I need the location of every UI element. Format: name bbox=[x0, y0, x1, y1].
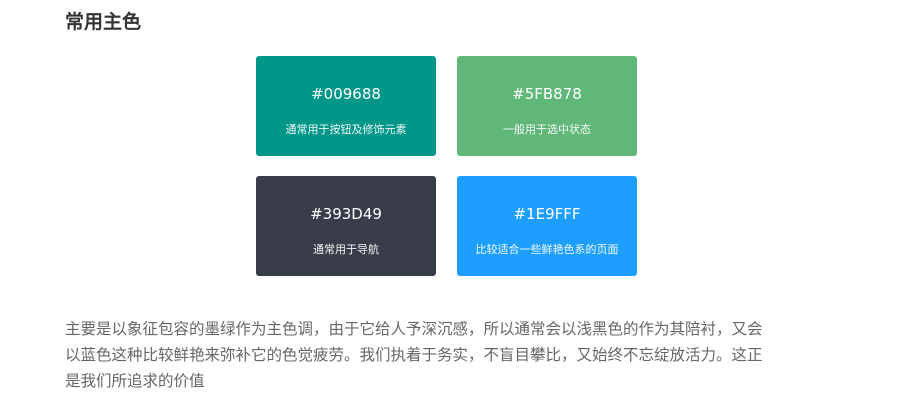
swatch-description: 通常用于按钮及修饰元素 bbox=[285, 123, 407, 136]
swatch-description: 比较适合一些鲜艳色系的页面 bbox=[475, 243, 619, 256]
section-title: 常用主色 bbox=[65, 11, 142, 33]
color-swatch-1e9fff: #1E9FFF 比较适合一些鲜艳色系的页面 bbox=[457, 176, 637, 276]
color-swatch-393d49: #393D49 通常用于导航 bbox=[256, 176, 436, 276]
color-swatch-5fb878: #5FB878 一般用于选中状态 bbox=[457, 56, 637, 156]
swatch-hex-code: #1E9FFF bbox=[513, 205, 581, 223]
swatch-hex-code: #5FB878 bbox=[512, 85, 582, 103]
color-swatch-009688: #009688 通常用于按钮及修饰元素 bbox=[256, 56, 436, 156]
swatch-description: 一般用于选中状态 bbox=[503, 123, 591, 136]
description-paragraph: 主要是以象征包容的墨绿作为主色调，由于它给人予深沉感，所以通常会以浅黑色的作为其… bbox=[65, 320, 763, 390]
swatch-hex-code: #393D49 bbox=[310, 205, 382, 223]
swatch-description: 通常用于导航 bbox=[313, 243, 379, 256]
swatch-hex-code: #009688 bbox=[311, 85, 381, 103]
